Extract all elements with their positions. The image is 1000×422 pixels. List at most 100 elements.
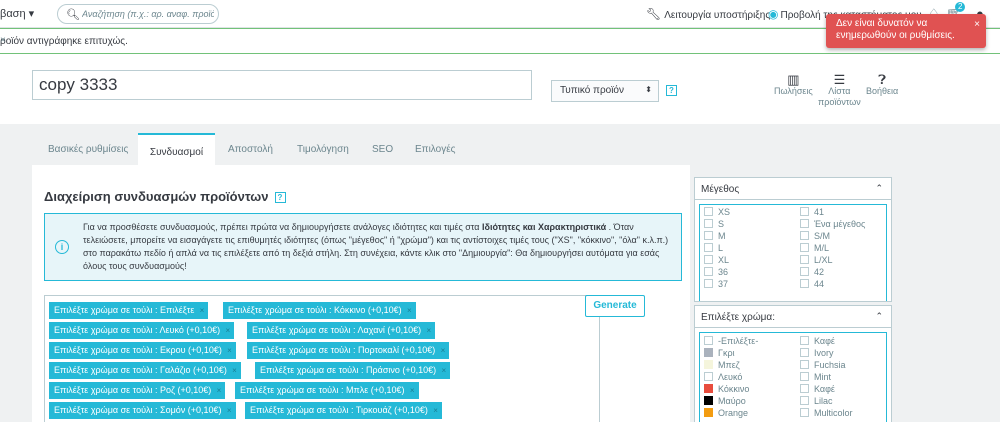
color-option[interactable]: Καφέ xyxy=(800,384,835,394)
attribute-token[interactable]: Επιλέξτε χρώμα σε τούλι : Πράσινο (+0,10… xyxy=(255,362,451,379)
product-list-button[interactable]: ☰ Λίστα προϊόντων xyxy=(818,73,861,108)
checkbox[interactable] xyxy=(800,219,809,228)
remove-icon[interactable]: × xyxy=(441,342,446,359)
checkbox[interactable] xyxy=(704,231,713,240)
color-swatch[interactable] xyxy=(800,396,809,405)
color-swatch[interactable] xyxy=(704,372,713,381)
checkbox[interactable] xyxy=(800,243,809,252)
color-option[interactable]: Mint xyxy=(800,372,831,382)
size-option[interactable]: S/M xyxy=(800,231,830,241)
size-option[interactable]: XL xyxy=(704,255,729,265)
attribute-token[interactable]: Επιλέξτε χρώμα σε τούλι : Επιλέξτε × xyxy=(49,302,209,319)
size-option[interactable]: 36 xyxy=(704,267,728,277)
remove-icon[interactable]: × xyxy=(442,362,447,379)
color-swatch[interactable] xyxy=(704,384,713,393)
color-option[interactable]: Κόκκινο xyxy=(704,384,749,394)
color-swatch[interactable] xyxy=(800,336,809,345)
remove-icon[interactable]: × xyxy=(407,302,412,319)
color-option[interactable]: Μπεζ xyxy=(704,360,740,370)
color-option[interactable]: Ivory xyxy=(800,348,834,358)
color-swatch[interactable] xyxy=(800,372,809,381)
attribute-token[interactable]: Επιλέξτε χρώμα σε τούλι : Ροζ (+0,10€) × xyxy=(49,382,226,399)
color-option[interactable]: Orange xyxy=(704,408,748,418)
remove-icon[interactable]: × xyxy=(433,402,438,419)
color-option[interactable]: Γκρι xyxy=(704,348,735,358)
attributes-link[interactable]: Ιδιότητες και Χαρακτηριστικά xyxy=(482,222,606,232)
close-icon[interactable]: × xyxy=(974,19,980,31)
color-option[interactable]: Λευκό xyxy=(704,372,742,382)
attribute-token[interactable]: Επιλέξτε χρώμα σε τούλι : Τιρκουάζ (+0,1… xyxy=(245,402,442,419)
remove-icon[interactable]: × xyxy=(232,362,237,379)
search-input[interactable]: 🔍︎ Αναζήτηση (π.χ.: αρ. αναφ. προϊόντος,… xyxy=(57,4,219,24)
color-option[interactable]: Καφέ xyxy=(800,336,835,346)
attribute-token[interactable]: Επιλέξτε χρώμα σε τούλι : Πορτοκαλί (+0,… xyxy=(247,342,450,359)
color-option[interactable]: Multicolor xyxy=(800,408,853,418)
size-option[interactable]: 41 xyxy=(800,207,824,217)
color-swatch[interactable] xyxy=(704,360,713,369)
remove-icon[interactable]: × xyxy=(227,402,232,419)
checkbox[interactable] xyxy=(800,267,809,276)
sales-button[interactable]: ▥ Πωλήσεις xyxy=(774,73,813,97)
color-option[interactable]: -Επιλέξτε- xyxy=(704,336,758,346)
color-swatch[interactable] xyxy=(704,336,713,345)
remove-icon[interactable]: × xyxy=(227,342,232,359)
checkbox[interactable] xyxy=(800,279,809,288)
color-swatch[interactable] xyxy=(704,408,713,417)
color-option[interactable]: Μαύρο xyxy=(704,396,746,406)
help-icon[interactable]: ? xyxy=(274,192,286,203)
remove-icon[interactable]: × xyxy=(225,322,230,339)
product-type-select[interactable]: Τυπικό προϊόν ⬍ xyxy=(551,80,659,102)
size-option[interactable]: 42 xyxy=(800,267,824,277)
remove-icon[interactable]: × xyxy=(427,322,432,339)
color-swatch[interactable] xyxy=(800,360,809,369)
attribute-token[interactable]: Επιλέξτε χρώμα σε τούλι : Κόκκινο (+0,10… xyxy=(223,302,416,319)
checkbox[interactable] xyxy=(704,267,713,276)
size-option[interactable]: S xyxy=(704,219,724,229)
color-swatch[interactable] xyxy=(800,348,809,357)
quick-access-menu[interactable]: βαση ▾ xyxy=(0,7,34,20)
color-option[interactable]: Lilac xyxy=(800,396,833,406)
size-option[interactable]: L/XL xyxy=(800,255,833,265)
color-option[interactable]: Fuchsia xyxy=(800,360,846,370)
color-swatch[interactable] xyxy=(704,396,713,405)
size-panel-header[interactable]: Μέγεθος ⌃ xyxy=(695,178,891,200)
generate-button[interactable]: Generate xyxy=(585,295,645,317)
checkbox[interactable] xyxy=(800,207,809,216)
color-swatch[interactable] xyxy=(704,348,713,357)
color-panel-header[interactable]: Επιλέξτε χρώμα: ⌃ xyxy=(695,306,891,328)
remove-icon[interactable]: × xyxy=(217,382,222,399)
size-option[interactable]: 37 xyxy=(704,279,728,289)
size-option[interactable]: M xyxy=(704,231,726,241)
attribute-token[interactable]: Επιλέξτε χρώμα σε τούλι : Λευκό (+0,10€)… xyxy=(49,322,235,339)
attribute-token[interactable]: Επιλέξτε χρώμα σε τούλι : Μπλε (+0,10€) × xyxy=(235,382,419,399)
attribute-token[interactable]: Επιλέξτε χρώμα σε τούλι : Λαχανί (+0,10€… xyxy=(247,322,436,339)
combination-token-input[interactable]: Επιλέξτε χρώμα σε τούλι : Επιλέξτε × Επιλ… xyxy=(44,295,600,422)
checkbox[interactable] xyxy=(704,207,713,216)
help-button[interactable]: ❓︎ Βοήθεια xyxy=(866,73,898,97)
product-name-input[interactable]: copy 3333 xyxy=(32,70,532,100)
size-option[interactable]: 44 xyxy=(800,279,824,289)
color-swatch[interactable] xyxy=(800,384,809,393)
tab-options[interactable]: Επιλογές xyxy=(415,133,455,165)
remove-icon[interactable]: × xyxy=(410,382,415,399)
size-option[interactable]: Ένα μέγεθος xyxy=(800,219,865,229)
checkbox[interactable] xyxy=(800,231,809,240)
remove-icon[interactable]: × xyxy=(200,302,205,319)
attribute-token[interactable]: Επιλέξτε χρώμα σε τούλι : Γαλάζιο (+0,10… xyxy=(49,362,241,379)
checkbox[interactable] xyxy=(704,243,713,252)
checkbox[interactable] xyxy=(704,219,713,228)
tab-basic-settings[interactable]: Βασικές ρυθμίσεις xyxy=(48,133,128,165)
size-option[interactable]: L xyxy=(704,243,723,253)
tab-seo[interactable]: SEO xyxy=(372,133,393,165)
tab-combinations[interactable]: Συνδυασμοί xyxy=(138,133,215,165)
color-swatch[interactable] xyxy=(800,408,809,417)
checkbox[interactable] xyxy=(704,279,713,288)
checkbox[interactable] xyxy=(800,255,809,264)
tab-shipping[interactable]: Αποστολή xyxy=(228,133,273,165)
tab-pricing[interactable]: Τιμολόγηση xyxy=(297,133,349,165)
size-option[interactable]: M/L xyxy=(800,243,829,253)
help-icon[interactable]: ? xyxy=(666,85,677,96)
maintenance-link[interactable]: 🔧︎ Λειτουργία υποστήριξης xyxy=(646,7,770,21)
attribute-token[interactable]: Επιλέξτε χρώμα σε τούλι : Σομόν (+0,10€)… xyxy=(49,402,236,419)
size-option[interactable]: XS xyxy=(704,207,730,217)
